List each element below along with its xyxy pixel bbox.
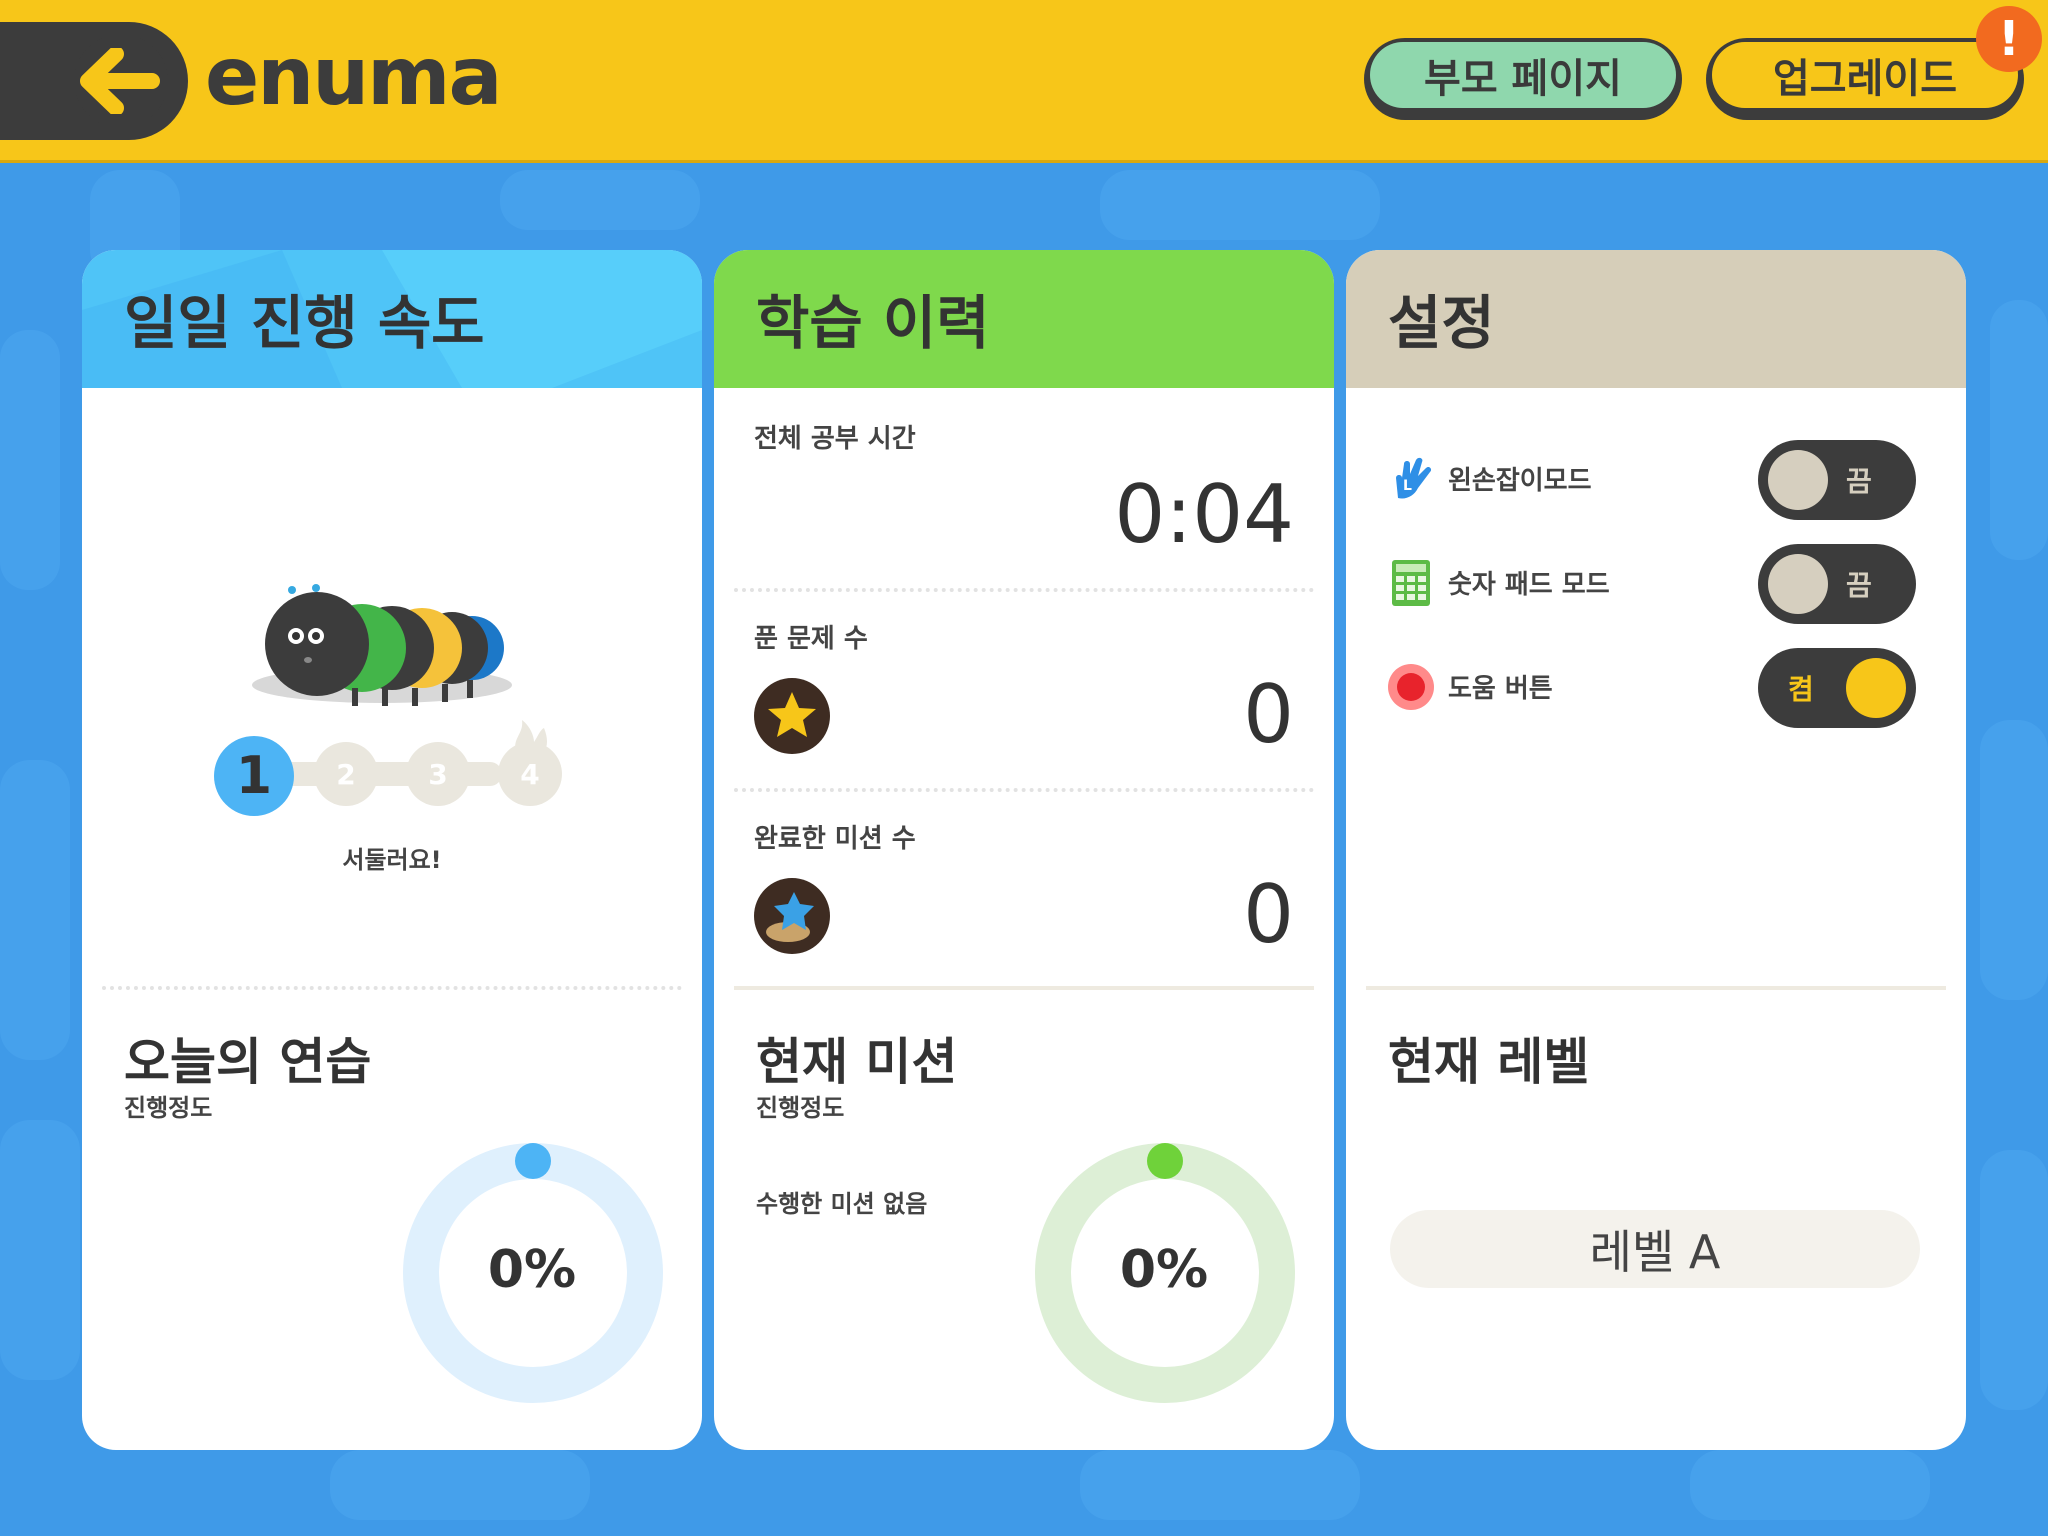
toggle-state: 끔 — [1846, 465, 1872, 498]
daily-progress-title: 일일 진행 속도 — [124, 289, 485, 357]
numpad-icon — [1392, 560, 1430, 606]
help-button-icon — [1388, 664, 1434, 710]
left-hand-mode-label: 왼손잡이모드 — [1448, 466, 1592, 496]
current-level-title: 현재 레벨 — [1388, 1033, 1590, 1091]
toggle-knob — [1768, 554, 1828, 614]
arrow-left-icon — [80, 48, 160, 114]
divider — [102, 986, 682, 990]
settings-title: 설정 — [1388, 289, 1495, 357]
numpad-mode-toggle[interactable]: 끔 — [1758, 544, 1916, 624]
divider — [1366, 986, 1946, 990]
upgrade-button[interactable]: 업그레이드 — [1706, 38, 2024, 120]
solved-label: 푼 문제 수 — [754, 624, 868, 654]
star-icon — [754, 678, 830, 754]
help-button-label: 도움 버튼 — [1448, 674, 1553, 704]
total-time-value: 0:04 — [1114, 468, 1294, 561]
learning-history-card: 학습 이력 전체 공부 시간 0:04 푼 문제 수 0 완료한 미션 수 0 … — [714, 250, 1334, 1450]
setting-row-help-button: 도움 버튼 켬 — [1386, 648, 1926, 728]
solved-value: 0 — [1243, 668, 1294, 761]
toggle-knob — [1846, 658, 1906, 718]
top-bar: enuma 부모 페이지 업그레이드 ! — [0, 0, 2048, 160]
mission-percent: 0% — [1119, 1240, 1209, 1300]
step-1: 1 — [214, 736, 294, 816]
hand-icon: L — [1396, 457, 1432, 499]
card-header: 학습 이력 — [714, 250, 1334, 388]
card-header: 설정 — [1346, 250, 1966, 388]
practice-percent: 0% — [487, 1240, 577, 1300]
current-mission-title: 현재 미션 — [756, 1033, 958, 1091]
hurry-message: 서둘러요! — [342, 846, 442, 874]
total-time-label: 전체 공부 시간 — [754, 424, 916, 454]
current-level-value: 레벨 A — [1390, 1210, 1920, 1288]
divider — [734, 588, 1314, 592]
missions-label: 완료한 미션 수 — [754, 824, 916, 854]
left-hand-mode-toggle[interactable]: 끔 — [1758, 440, 1916, 520]
alert-badge: ! — [1976, 6, 2042, 72]
divider — [734, 788, 1314, 792]
numpad-mode-label: 숫자 패드 모드 — [1448, 570, 1610, 600]
no-mission-text: 수행한 미션 없음 — [756, 1190, 928, 1218]
help-button-toggle[interactable]: 켬 — [1758, 648, 1916, 728]
current-mission-subtitle: 진행정도 — [756, 1094, 845, 1122]
practice-title: 오늘의 연습 — [124, 1033, 372, 1091]
step-3: 3 — [406, 742, 470, 806]
toggle-state: 켬 — [1788, 673, 1814, 706]
practice-subtitle: 진행정도 — [124, 1094, 213, 1122]
card-header: 일일 진행 속도 — [82, 250, 702, 388]
toggle-state: 끔 — [1846, 569, 1872, 602]
upgrade-button-label: 업그레이드 — [1712, 42, 2018, 108]
mission-icon — [754, 878, 830, 954]
setting-row-left-hand: L 왼손잡이모드 끔 — [1386, 440, 1926, 520]
toggle-knob — [1768, 450, 1828, 510]
daily-progress-card: 일일 진행 속도 1 2 3 4 서둘러요! 오늘의 연습 진행정도 0% — [82, 250, 702, 1450]
learning-history-title: 학습 이력 — [756, 289, 990, 357]
divider — [734, 986, 1314, 990]
svg-text:L: L — [1403, 478, 1412, 494]
step-2: 2 — [314, 742, 378, 806]
back-button[interactable] — [0, 22, 188, 140]
settings-card: 설정 L 왼손잡이모드 끔 숫자 패드 모드 끔 도움 버튼 켬 현재 레벨 레… — [1346, 250, 1966, 1450]
setting-row-numpad: 숫자 패드 모드 끔 — [1386, 544, 1926, 624]
parent-page-button-label: 부모 페이지 — [1370, 42, 1676, 108]
missions-value: 0 — [1243, 868, 1294, 961]
caterpillar-icon — [252, 584, 512, 706]
flame-icon — [515, 720, 547, 752]
parent-page-button[interactable]: 부모 페이지 — [1364, 38, 1682, 120]
app-logo: enuma — [205, 30, 503, 123]
